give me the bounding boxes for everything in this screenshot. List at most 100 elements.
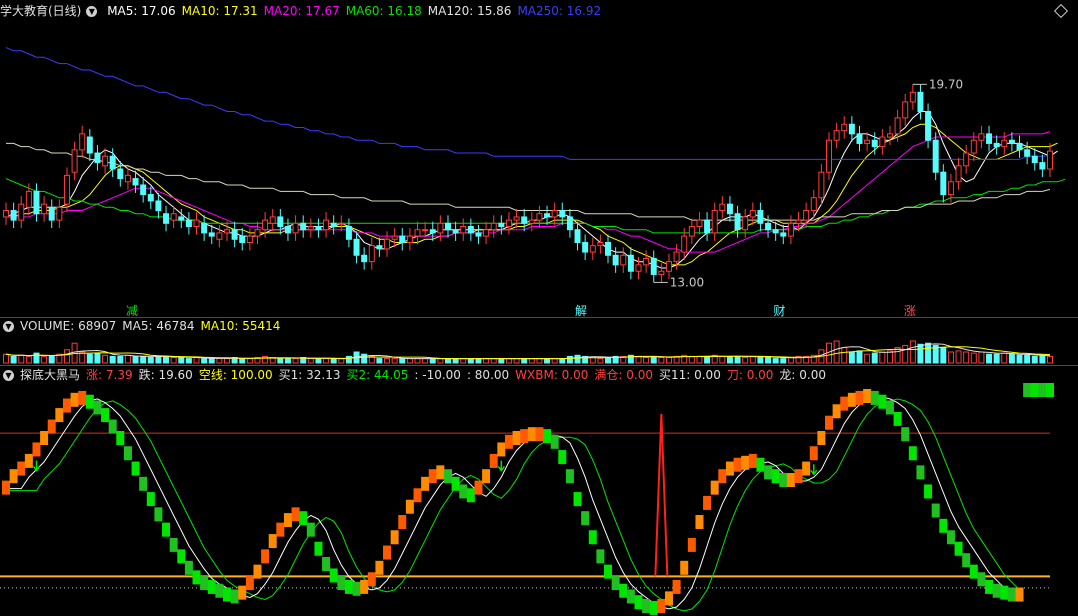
- ma-label-2: MA20: 17.67: [263, 4, 340, 18]
- indicator-block: [169, 537, 178, 552]
- indicator-block: [55, 408, 64, 423]
- volume-bar: [772, 358, 779, 364]
- indicator-label-3: 空线: 100.00: [198, 368, 273, 382]
- volume-bar: [719, 355, 726, 364]
- candle-body: [734, 213, 741, 231]
- candle-body: [925, 110, 932, 141]
- candle-body: [338, 222, 345, 225]
- indicator-block: [901, 427, 910, 442]
- indicator-block: [924, 484, 933, 499]
- indicator-block: [977, 572, 986, 587]
- candle-body: [833, 130, 840, 141]
- indicator-block: [215, 583, 224, 598]
- candle-body: [330, 222, 337, 228]
- volume-bar: [940, 347, 947, 364]
- candle-body: [818, 171, 825, 199]
- volume-bar: [597, 358, 604, 364]
- volume-bar: [86, 353, 93, 364]
- indicator-block: [9, 469, 18, 484]
- indicator-block: [177, 549, 186, 564]
- indicator-block: [558, 450, 567, 465]
- candle-body: [239, 235, 246, 243]
- indicator-block: [687, 537, 696, 552]
- volume-bar: [292, 358, 299, 364]
- volume-label-0: VOLUME: 68907: [20, 319, 117, 333]
- candle-body: [612, 254, 619, 266]
- volume-bar: [185, 358, 192, 364]
- candle-body: [757, 210, 764, 224]
- ma-label-3: MA60: 16.18: [345, 4, 422, 18]
- volume-bar: [48, 355, 55, 364]
- candle-body: [688, 226, 695, 237]
- signal-line-green: [6, 398, 1020, 612]
- candle-body: [894, 117, 901, 135]
- candle-body: [483, 229, 490, 237]
- volume-toggle-icon[interactable]: ▼: [3, 321, 14, 332]
- ma-line-ma120: [6, 142, 1051, 221]
- indicator-block: [565, 469, 574, 484]
- indicator-block: [375, 560, 384, 575]
- candle-body: [1016, 142, 1023, 151]
- volume-bar: [726, 355, 733, 364]
- indicator-block: [703, 495, 712, 510]
- candle-body: [856, 133, 863, 144]
- main-toggle-icon[interactable]: ▼: [86, 6, 98, 17]
- volume-bar: [909, 340, 916, 364]
- volume-bar: [498, 358, 505, 364]
- candle-body: [147, 194, 154, 202]
- indicator-label-4: 买1: 32.13: [278, 368, 341, 382]
- indicator-block: [992, 583, 1001, 598]
- indicator-legend: 探底大黑马 涨: 7.39 跌: 19.60 空线: 100.00 买1: 32.13 买…: [20, 368, 832, 382]
- candle-body: [94, 152, 101, 164]
- indicator-block: [291, 507, 300, 522]
- volume-bar: [841, 347, 848, 364]
- candle-body: [277, 216, 284, 228]
- indicator-block: [611, 576, 620, 591]
- indicator-block: [756, 457, 765, 472]
- candle-body: [246, 235, 253, 243]
- candle-body: [460, 226, 467, 234]
- indicator-block: [710, 480, 719, 495]
- indicator-block: [451, 476, 460, 491]
- candle-body: [566, 216, 573, 231]
- candle-body: [178, 216, 185, 221]
- volume-bar: [993, 353, 1000, 364]
- candle-body: [475, 232, 482, 237]
- candle-body: [467, 226, 474, 234]
- indicator-label-8: WXBM: 0.00: [515, 368, 589, 382]
- volume-bar: [467, 358, 474, 364]
- indicator-block: [931, 503, 940, 518]
- volume-bar: [986, 353, 993, 364]
- candle-body: [414, 229, 421, 237]
- indicator-block: [680, 560, 689, 575]
- volume-bar: [490, 358, 497, 364]
- volume-bar: [650, 355, 657, 364]
- indicator-block: [809, 446, 818, 461]
- volume-bar: [178, 357, 185, 364]
- indicator-label-11: 刀: 0.00: [726, 368, 774, 382]
- indicator-toggle-icon[interactable]: ▼: [3, 370, 14, 381]
- volume-bar: [223, 358, 230, 364]
- indicator-block: [497, 442, 506, 457]
- volume-bar: [871, 352, 878, 364]
- candle-body: [582, 241, 589, 253]
- candle-body: [79, 133, 86, 151]
- indicator-block: [1015, 587, 1024, 602]
- candle-body: [536, 213, 543, 221]
- diamond-icon[interactable]: [1053, 3, 1069, 19]
- volume-bar: [41, 355, 48, 364]
- indicator-block: [908, 446, 917, 461]
- candle-body: [742, 216, 749, 231]
- indicator-label-12: 龙: 0.00: [779, 368, 826, 382]
- indicator-block: [245, 576, 254, 591]
- indicator-block: [184, 560, 193, 575]
- volume-bar: [1008, 353, 1015, 364]
- candle-body: [719, 203, 726, 212]
- volume-bar: [658, 357, 665, 364]
- volume-bar: [1031, 355, 1038, 364]
- candle-body: [864, 139, 871, 144]
- indicator-label-9: 满仓: 0.00: [594, 368, 653, 382]
- indicator-block: [474, 480, 483, 495]
- candle-body: [1039, 162, 1046, 170]
- volume-bar: [917, 343, 924, 364]
